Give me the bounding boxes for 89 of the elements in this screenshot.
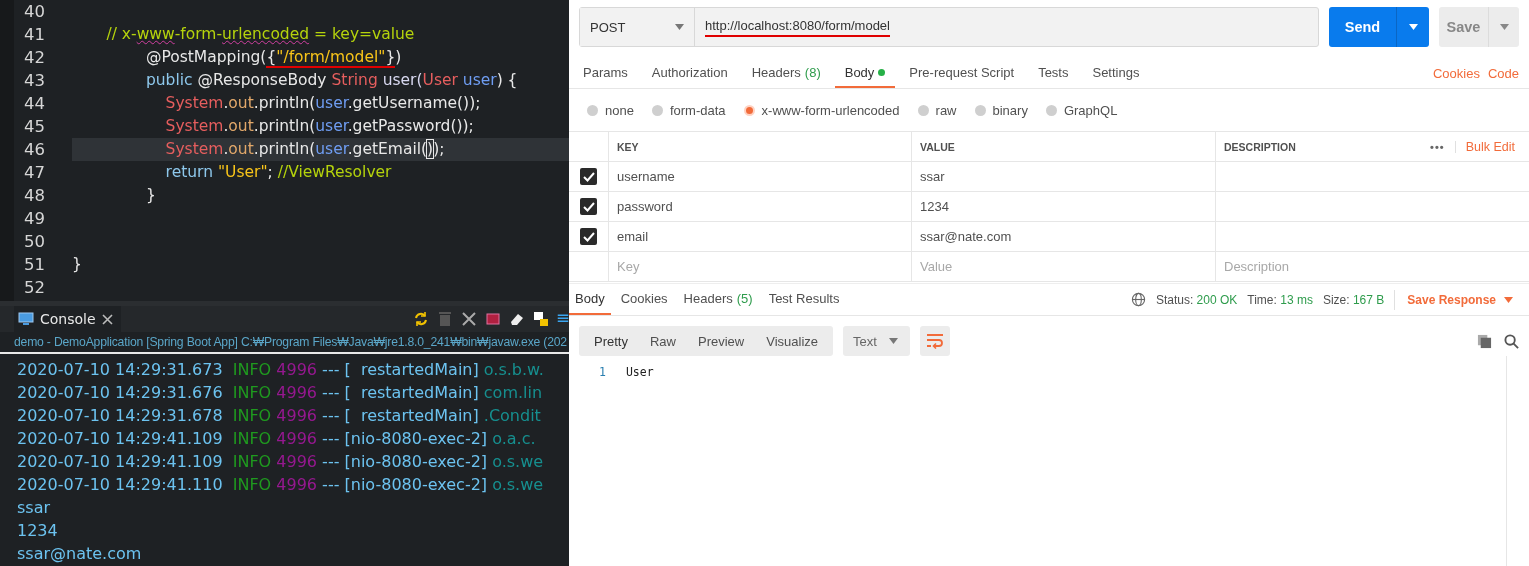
line-number: 52 [23,278,46,297]
line-number: 49 [23,209,46,228]
remove-all-icon[interactable] [461,311,477,327]
body-type-radio[interactable]: x-www-form-urlencoded [743,102,900,118]
code-line: } [72,254,83,275]
body-type-radio[interactable]: binary [974,102,1028,118]
response-stat: Status: 200 OK [1155,292,1238,307]
code-line: } [144,185,157,206]
response-tab[interactable]: Test Results [762,284,846,315]
line-number: 50 [23,232,46,251]
eraser-icon[interactable] [509,311,525,327]
console-line: ssar [17,497,52,519]
line-number: 51 [23,255,46,274]
request-tab[interactable]: Pre-request Script [899,58,1025,88]
search-icon[interactable] [1504,333,1519,349]
launch-description: demo - DemoApplication [Spring Boot App] C:₩Program Files₩Java₩jre1.8.0_241₩bin₩javaw.exe (202 [0,332,569,354]
line-number: 46 [23,140,46,159]
caret-icon [1504,296,1513,303]
console-line: 2020-07-10 14:29:31.678 INFO 4996 --- [ restartedMain] .Condit [17,405,542,427]
response-stat: Size: 167 B [1322,292,1385,307]
code-line: System.out.println(user.getPassword()); [164,116,475,137]
more-button[interactable]: ••• [1430,140,1456,153]
table-cell: 1234 [912,192,1216,222]
request-tab[interactable]: Authorization [641,58,738,88]
table-cell: password [609,192,912,222]
request-tab[interactable]: Headers (8) [741,58,831,88]
line-number: 41 [23,25,46,44]
line-number: 48 [23,186,46,205]
request-tab[interactable]: Body [834,58,896,88]
code-line: public @ResponseBody String user(User user) { [144,70,519,91]
line-number: 40 [23,2,46,21]
request-tab[interactable]: Params [573,58,638,88]
code-line: System.out.println(user.getUsername()); [164,93,482,114]
code-line: // x-www-form-urlencoded = key=value [105,24,416,45]
console-tab[interactable]: Console [14,306,121,332]
body-type-radio[interactable]: none [587,102,634,118]
caret-icon [1499,24,1509,30]
line-number: 43 [23,71,46,90]
view-option[interactable]: Raw [638,326,687,356]
caret-icon [1408,24,1418,30]
monitor-icon [18,312,34,326]
console-line: 2020-07-10 14:29:41.109 INFO 4996 --- [nio-8080-exec-2] o.s.we [17,451,545,473]
response-stat: Time: 13 ms [1247,292,1313,307]
code-line: @PostMapping({"/form/model"}) [144,47,403,69]
body-type-radio[interactable]: GraphQL [1045,102,1118,118]
checkbox[interactable] [580,228,597,245]
copy-icon[interactable] [1477,333,1492,349]
table-cell: ssar@nate.com [912,222,1216,252]
console-line: 2020-07-10 14:29:41.110 INFO 4996 --- [nio-8080-exec-2] o.s.we [17,474,545,496]
table-cell: username [609,162,912,192]
checkbox[interactable] [580,168,597,185]
line-number: 42 [23,48,46,67]
caret-icon [888,338,898,344]
line-number: 44 [23,94,46,113]
send-button[interactable]: Send [1329,7,1429,47]
table-cell: email [609,222,912,252]
console-line: 2020-07-10 14:29:41.109 INFO 4996 --- [nio-8080-exec-2] o.a.c. [17,428,537,450]
wrap-icon [925,333,944,349]
column-header: DESCRIPTION [1224,140,1296,153]
response-text: User [625,365,654,379]
format-dropdown[interactable]: Text [843,326,910,356]
table-cell: ssar [912,162,1216,192]
globe-icon[interactable] [1130,292,1146,307]
close-icon[interactable] [101,313,113,325]
checkbox[interactable] [580,198,597,215]
body-type-radio[interactable]: form-data [651,102,726,118]
view-option[interactable]: Visualize [755,326,830,356]
scroll-lock-icon[interactable] [533,311,549,327]
request-tab[interactable]: Tests [1028,58,1079,88]
view-option[interactable]: Preview [687,326,756,356]
line-number: 47 [23,163,46,182]
line-number: 1 [599,365,606,379]
console-line: 2020-07-10 14:29:31.676 INFO 4996 --- [ restartedMain] com.lin [17,382,544,404]
code-line: return "User"; //ViewResolver [164,162,393,183]
stop-icon[interactable] [485,311,501,327]
console-line: 1234 [17,520,59,542]
column-header: KEY [609,132,912,162]
view-option[interactable]: Pretty [583,326,639,356]
line-number: 45 [23,117,46,136]
request-tab[interactable]: Settings [1082,58,1150,88]
body-type-radio[interactable]: raw [917,102,957,118]
column-header: VALUE [912,132,1216,162]
console-line: ssar@nate.com [17,543,143,565]
refresh-icon[interactable] [413,311,429,327]
wrap-button[interactable] [919,326,950,356]
response-tab[interactable]: Body [569,284,611,315]
response-tab[interactable]: Headers (5) [677,284,759,315]
response-tab[interactable]: Cookies [614,284,674,315]
console-line: 2020-07-10 14:29:31.673 INFO 4996 --- [ restartedMain] o.s.b.w. [17,359,545,381]
